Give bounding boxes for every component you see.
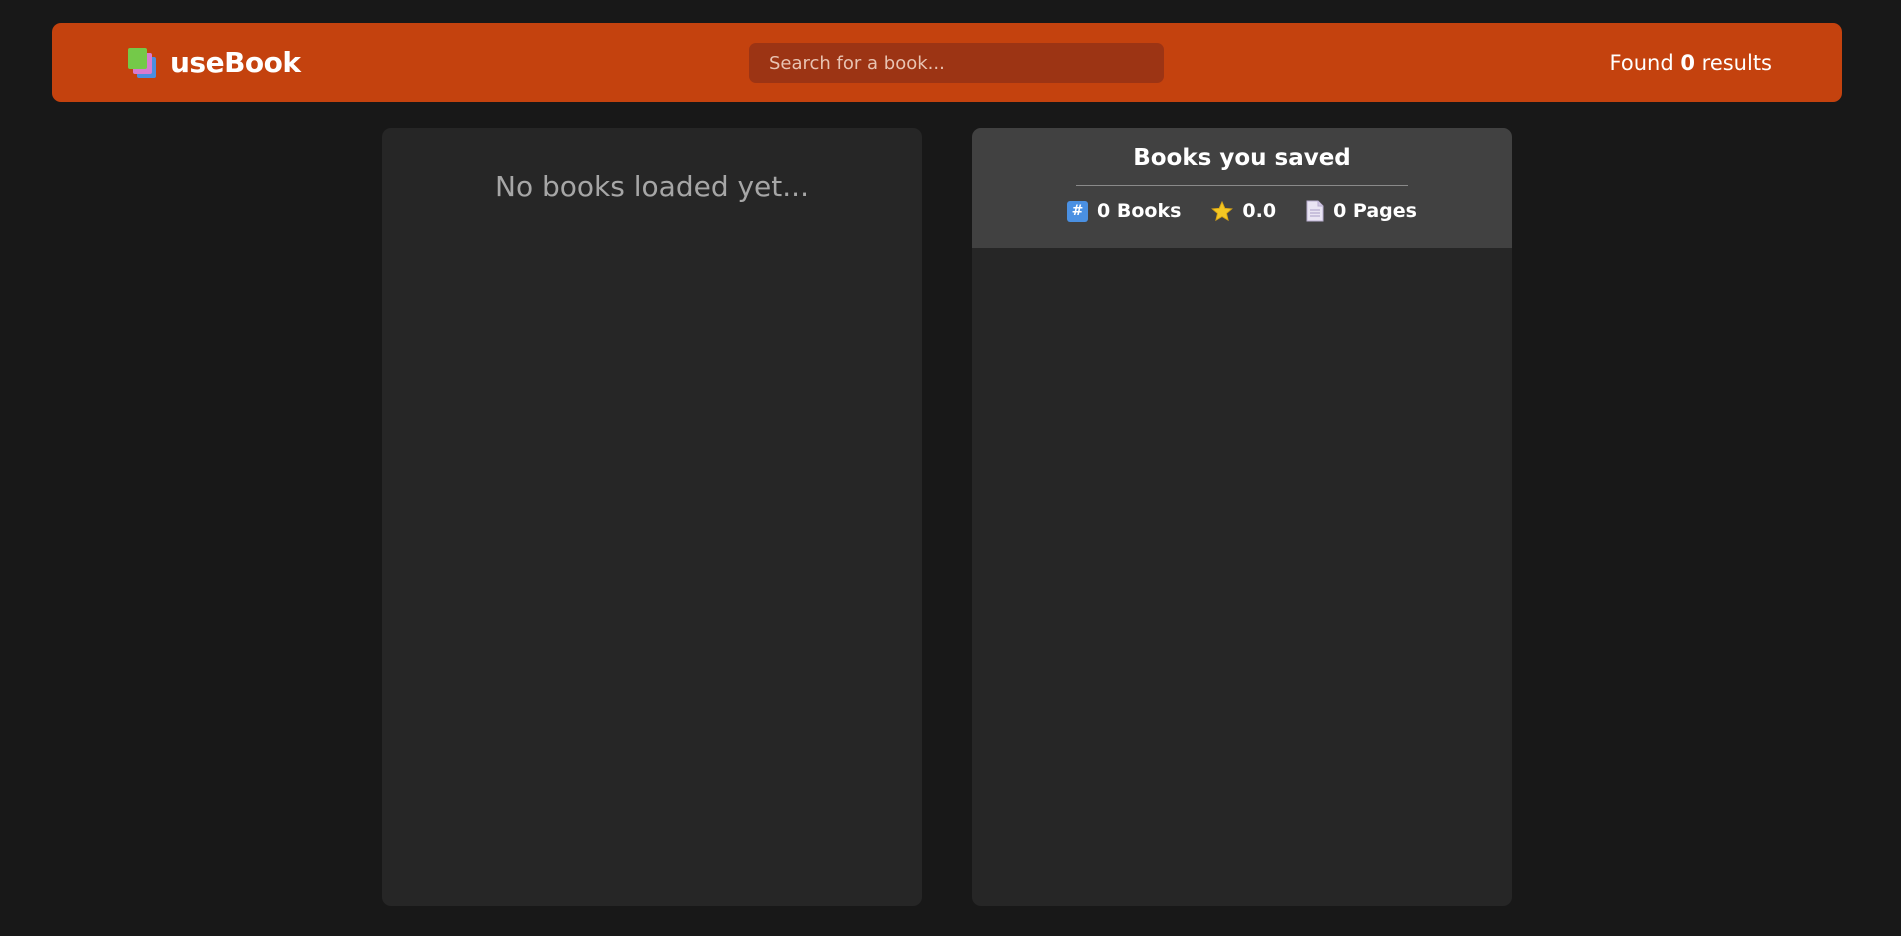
stat-rating-label: 0.0 (1242, 200, 1277, 222)
hash-icon: # (1067, 200, 1089, 222)
logo[interactable]: useBook (128, 23, 301, 102)
results-summary: Found 0 results (1610, 23, 1772, 102)
saved-stats: # 0 Books 0.0 0 Pages (972, 200, 1512, 222)
navbar: useBook Found 0 results (52, 23, 1842, 102)
stat-pages: 0 Pages (1306, 200, 1417, 222)
saved-summary: Books you saved # 0 Books 0.0 0 Pages (972, 128, 1512, 248)
stat-books: # 0 Books (1067, 200, 1181, 222)
saved-books-panel: Books you saved # 0 Books 0.0 0 Pages (972, 128, 1512, 906)
book-list-panel: No books loaded yet... (382, 128, 922, 906)
star-icon (1211, 200, 1234, 222)
results-count: 0 (1680, 50, 1695, 75)
stat-rating: 0.0 (1211, 200, 1276, 222)
saved-title: Books you saved (1133, 145, 1351, 171)
results-suffix: results (1694, 50, 1772, 75)
results-prefix: Found (1609, 50, 1681, 75)
page-icon (1306, 200, 1324, 222)
stat-pages-label: 0 Pages (1333, 200, 1417, 222)
empty-message: No books loaded yet... (495, 170, 809, 203)
app-name: useBook (170, 46, 301, 79)
divider (1076, 185, 1408, 186)
search-input[interactable] (749, 43, 1164, 83)
books-icon (128, 47, 160, 78)
stat-books-label: 0 Books (1097, 200, 1182, 222)
